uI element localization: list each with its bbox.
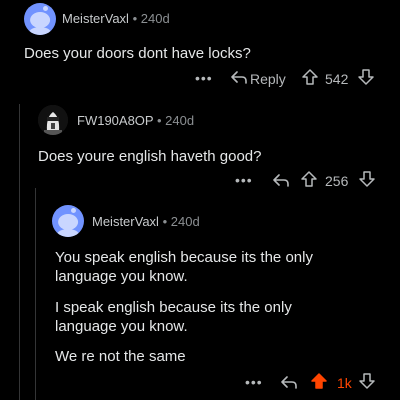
more-options-icon[interactable]: ••• (195, 70, 213, 86)
username[interactable]: MeisterVaxl (92, 214, 159, 229)
comment-body: Does your doors dont have locks? (24, 45, 251, 62)
separator-dot: • (132, 11, 138, 26)
reply-arrow-icon[interactable] (231, 70, 247, 84)
comment-actions: ••• 256 (235, 170, 385, 190)
reply-arrow-icon[interactable] (281, 375, 297, 389)
comment-age: 240d (165, 113, 195, 128)
score: 542 (325, 71, 349, 87)
downvote-icon[interactable] (359, 171, 375, 187)
thread-line (19, 104, 20, 400)
avatar[interactable] (38, 105, 68, 135)
score: 256 (325, 173, 349, 189)
comment-actions: ••• Reply 542 (195, 68, 385, 88)
comment-paragraph: You speak english because its the only l… (55, 249, 313, 285)
username[interactable]: FW190A8OP (77, 113, 153, 128)
upvote-icon[interactable] (301, 171, 317, 187)
snoo-antenna-icon (43, 5, 49, 11)
downvote-icon[interactable] (359, 373, 375, 389)
avatar[interactable] (52, 205, 84, 237)
comment-header: MeisterVaxl • 240d (62, 11, 170, 26)
score: 1k (337, 375, 352, 391)
more-options-icon[interactable]: ••• (235, 172, 253, 188)
comment-header: MeisterVaxl • 240d (92, 214, 200, 229)
snoo-head-icon (58, 213, 78, 230)
downvote-icon[interactable] (358, 69, 374, 85)
comment-actions: ••• 1k (245, 372, 385, 392)
upvote-icon[interactable] (302, 69, 318, 85)
snoo-body-icon (56, 228, 80, 237)
comment-header: FW190A8OP • 240d (77, 113, 194, 128)
username[interactable]: MeisterVaxl (62, 11, 129, 26)
snoo-head-icon (30, 11, 50, 28)
comment-age: 240d (170, 214, 200, 229)
upvote-icon-active[interactable] (311, 373, 327, 389)
separator-dot: • (162, 214, 168, 229)
reply-button[interactable]: Reply (250, 71, 286, 87)
comment-body: Does youre english haveth good? (38, 148, 262, 165)
snoo-antenna-icon (71, 207, 77, 213)
comment-paragraph: We re not the same (55, 348, 186, 365)
trooper-helmet-icon (38, 105, 68, 135)
snoo-body-icon (28, 26, 52, 35)
reply-arrow-icon[interactable] (273, 173, 289, 187)
thread-line (35, 188, 36, 400)
avatar[interactable] (24, 3, 56, 35)
comment-age: 240d (140, 11, 170, 26)
more-options-icon[interactable]: ••• (245, 374, 263, 390)
separator-dot: • (156, 113, 162, 128)
comment-paragraph: I speak english because its the only lan… (55, 299, 292, 335)
